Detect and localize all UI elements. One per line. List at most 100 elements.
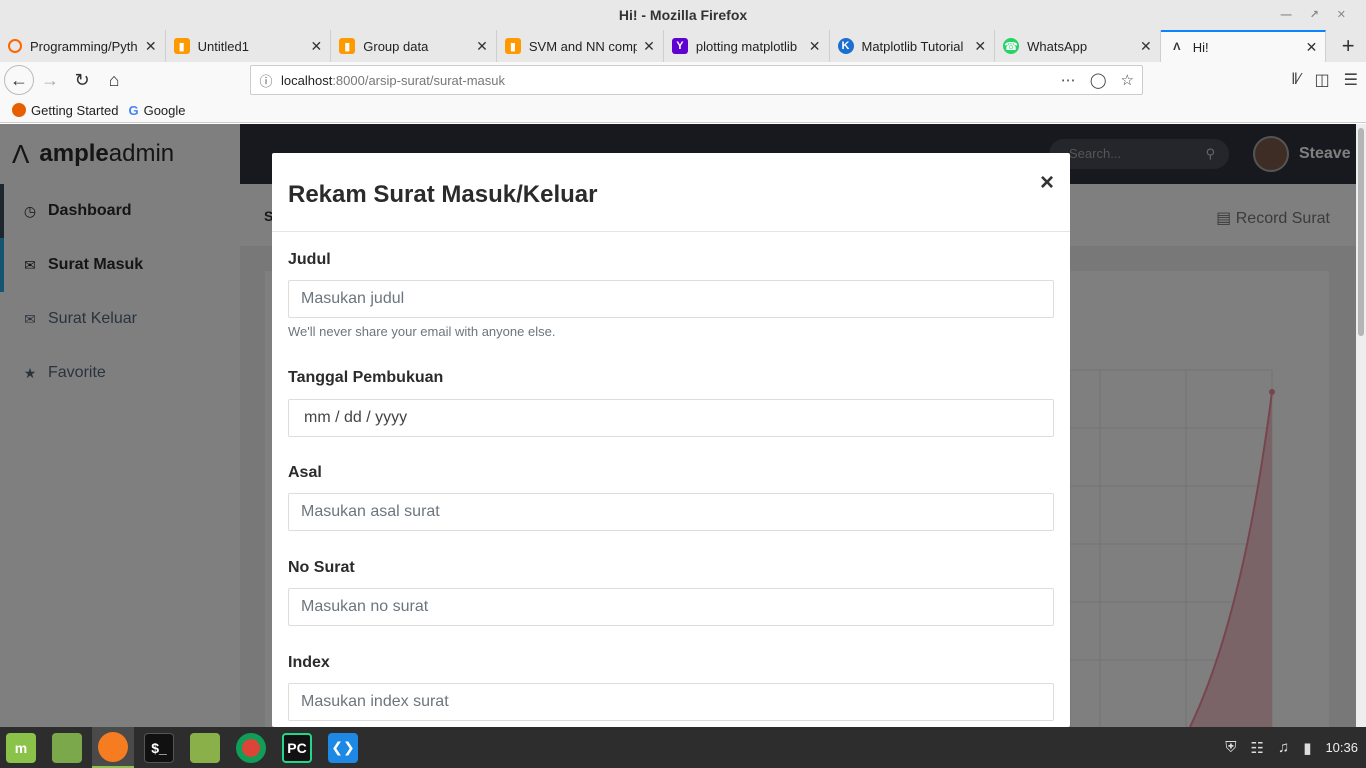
tanggal-label: Tanggal Pembukuan xyxy=(288,369,444,386)
files-taskbar-button[interactable] xyxy=(184,727,226,768)
close-tab-icon[interactable]: ✕ xyxy=(311,38,323,55)
tab-matplotlib[interactable]: K Matplotlib Tutorial ✕ xyxy=(830,30,996,62)
navigation-toolbar: ← → ↻ ⌂ ⓘ localhost:8000/arsip-surat/sur… xyxy=(0,62,1366,98)
back-button[interactable]: ← xyxy=(4,65,34,95)
home-button[interactable]: ⌂ xyxy=(98,64,130,96)
battery-icon[interactable]: ▮ xyxy=(1303,739,1311,757)
info-icon[interactable]: ⓘ xyxy=(251,71,281,90)
pycharm-icon: PC xyxy=(282,732,312,763)
index-label: Index xyxy=(288,654,330,671)
clock[interactable]: 10:36 xyxy=(1325,740,1358,755)
no-surat-label: No Surat xyxy=(288,559,355,576)
close-window-icon[interactable]: ✕ xyxy=(1337,0,1346,30)
url-path: :8000/arsip-surat/surat-masuk xyxy=(332,72,505,88)
tab-label: Untitled1 xyxy=(197,38,249,54)
vscode-icon: ❮❯ xyxy=(328,732,358,763)
tab-label: WhatsApp xyxy=(1027,38,1088,54)
mint-logo-icon: m xyxy=(6,732,36,763)
pycharm-taskbar-button[interactable]: PC xyxy=(276,727,318,768)
close-tab-icon[interactable]: ✕ xyxy=(809,38,821,55)
vscode-taskbar-button[interactable]: ❮❯ xyxy=(322,727,364,768)
tab-hi[interactable]: Λ Hi! ✕ xyxy=(1160,30,1327,62)
show-desktop-button[interactable] xyxy=(46,727,88,768)
scrollbar-thumb[interactable] xyxy=(1358,128,1364,336)
volume-icon[interactable]: ♫ xyxy=(1278,739,1289,756)
close-tab-icon[interactable]: ✕ xyxy=(643,38,655,55)
hamburger-menu-icon[interactable]: ☰ xyxy=(1344,70,1358,90)
bookmark-google[interactable]: G Google xyxy=(128,103,185,118)
asal-label: Asal xyxy=(288,464,322,481)
close-tab-icon[interactable]: ✕ xyxy=(476,38,488,55)
shield-icon[interactable]: ⛨ xyxy=(1225,739,1236,756)
tab-label: Hi! xyxy=(1192,39,1209,55)
modal-header: Rekam Surat Masuk/Keluar × xyxy=(272,153,1070,232)
close-tab-icon[interactable]: ✕ xyxy=(145,38,157,55)
page-actions-icon[interactable]: ⋯ xyxy=(1061,71,1076,89)
no-surat-input[interactable] xyxy=(288,588,1054,626)
window-title: Hi! - Mozilla Firefox xyxy=(618,7,748,23)
tab-label: Programming/Pyth xyxy=(30,38,138,54)
yahoo-icon: Y xyxy=(671,38,688,54)
mint-menu-button[interactable]: m xyxy=(0,727,42,768)
page-scrollbar[interactable] xyxy=(1356,124,1366,727)
close-tab-icon[interactable]: ✕ xyxy=(974,38,986,55)
desktop-icon xyxy=(52,732,82,763)
site-icon: K xyxy=(837,38,854,54)
ample-icon: Λ xyxy=(1173,41,1181,53)
tab-group-data[interactable]: ▮ Group data ✕ xyxy=(331,30,497,62)
forward-button[interactable]: → xyxy=(34,64,66,96)
bookmark-label: Getting Started xyxy=(31,102,119,118)
whatsapp-icon: ☎ xyxy=(1003,38,1020,54)
url-bar[interactable]: ⓘ localhost:8000/arsip-surat/surat-masuk… xyxy=(250,65,1143,95)
modal-title: Rekam Surat Masuk/Keluar xyxy=(288,181,598,208)
tab-label: Matplotlib Tutorial xyxy=(861,38,964,54)
system-tray: ⛨ ☷ ♫ ▮ 10:36 xyxy=(1225,727,1358,768)
bookmark-star-icon[interactable]: ☆ xyxy=(1121,71,1134,89)
tab-programming[interactable]: Programming/Pyth ✕ xyxy=(0,30,166,62)
terminal-taskbar-button[interactable]: $_ xyxy=(138,727,180,768)
taskbar: m $_ PC ❮❯ ⛨ ☷ ♫ ▮ 10:36 xyxy=(0,727,1366,768)
tab-svm-nn[interactable]: ▮ SVM and NN comp ✕ xyxy=(497,30,664,62)
firefox-icon xyxy=(12,103,26,117)
network-icon[interactable]: ☷ xyxy=(1250,739,1263,757)
minimize-icon[interactable]: — xyxy=(1281,0,1292,30)
tab-label: plotting matplotlib xyxy=(695,38,798,54)
sidebar-toggle-icon[interactable]: ◫ xyxy=(1315,70,1330,90)
reload-button[interactable]: ↻ xyxy=(66,64,98,96)
book-icon: ▮ xyxy=(339,38,356,54)
record-modal: Rekam Surat Masuk/Keluar × Judul We'll n… xyxy=(272,153,1070,727)
close-tab-icon[interactable]: ✕ xyxy=(1140,38,1152,55)
judul-help-text: We'll never share your email with anyone… xyxy=(288,324,556,339)
tanggal-date-input[interactable]: mm / dd / yyyy xyxy=(288,399,1054,437)
folder-icon xyxy=(190,732,220,763)
book-icon: ▮ xyxy=(504,38,521,54)
index-input[interactable] xyxy=(288,683,1054,721)
chrome-taskbar-button[interactable] xyxy=(230,727,272,768)
close-icon[interactable]: × xyxy=(1040,169,1054,197)
close-tab-icon[interactable]: ✕ xyxy=(1306,39,1318,56)
google-icon: G xyxy=(128,102,139,118)
tab-untitled1[interactable]: ▮ Untitled1 ✕ xyxy=(166,30,332,62)
tab-label: SVM and NN comp xyxy=(528,38,638,54)
window-titlebar: Hi! - Mozilla Firefox — ↗ ✕ xyxy=(0,0,1366,30)
restore-icon[interactable]: ↗ xyxy=(1310,0,1319,30)
book-icon: ▮ xyxy=(173,38,190,54)
firefox-taskbar-button[interactable] xyxy=(92,727,134,768)
chrome-icon xyxy=(236,732,266,763)
tab-label: Group data xyxy=(363,38,429,54)
tab-plotting[interactable]: Y plotting matplotlib ✕ xyxy=(664,30,830,62)
pocket-icon[interactable]: ◯ xyxy=(1090,71,1107,89)
asal-input[interactable] xyxy=(288,493,1054,531)
tab-whatsapp[interactable]: ☎ WhatsApp ✕ xyxy=(995,30,1161,62)
bookmarks-toolbar: Getting Started G Google xyxy=(0,98,1366,123)
judul-input[interactable] xyxy=(288,280,1054,318)
new-tab-button[interactable]: + xyxy=(1330,30,1366,62)
terminal-icon: $_ xyxy=(144,732,174,763)
library-icon[interactable]: ‖∕ xyxy=(1291,71,1300,89)
tab-strip: Programming/Pyth ✕ ▮ Untitled1 ✕ ▮ Group… xyxy=(0,30,1366,62)
bookmark-getting-started[interactable]: Getting Started xyxy=(12,103,118,118)
url-host: localhost xyxy=(281,72,333,88)
loading-icon xyxy=(8,39,22,53)
bookmark-label: Google xyxy=(143,102,186,118)
judul-label: Judul xyxy=(288,251,331,268)
